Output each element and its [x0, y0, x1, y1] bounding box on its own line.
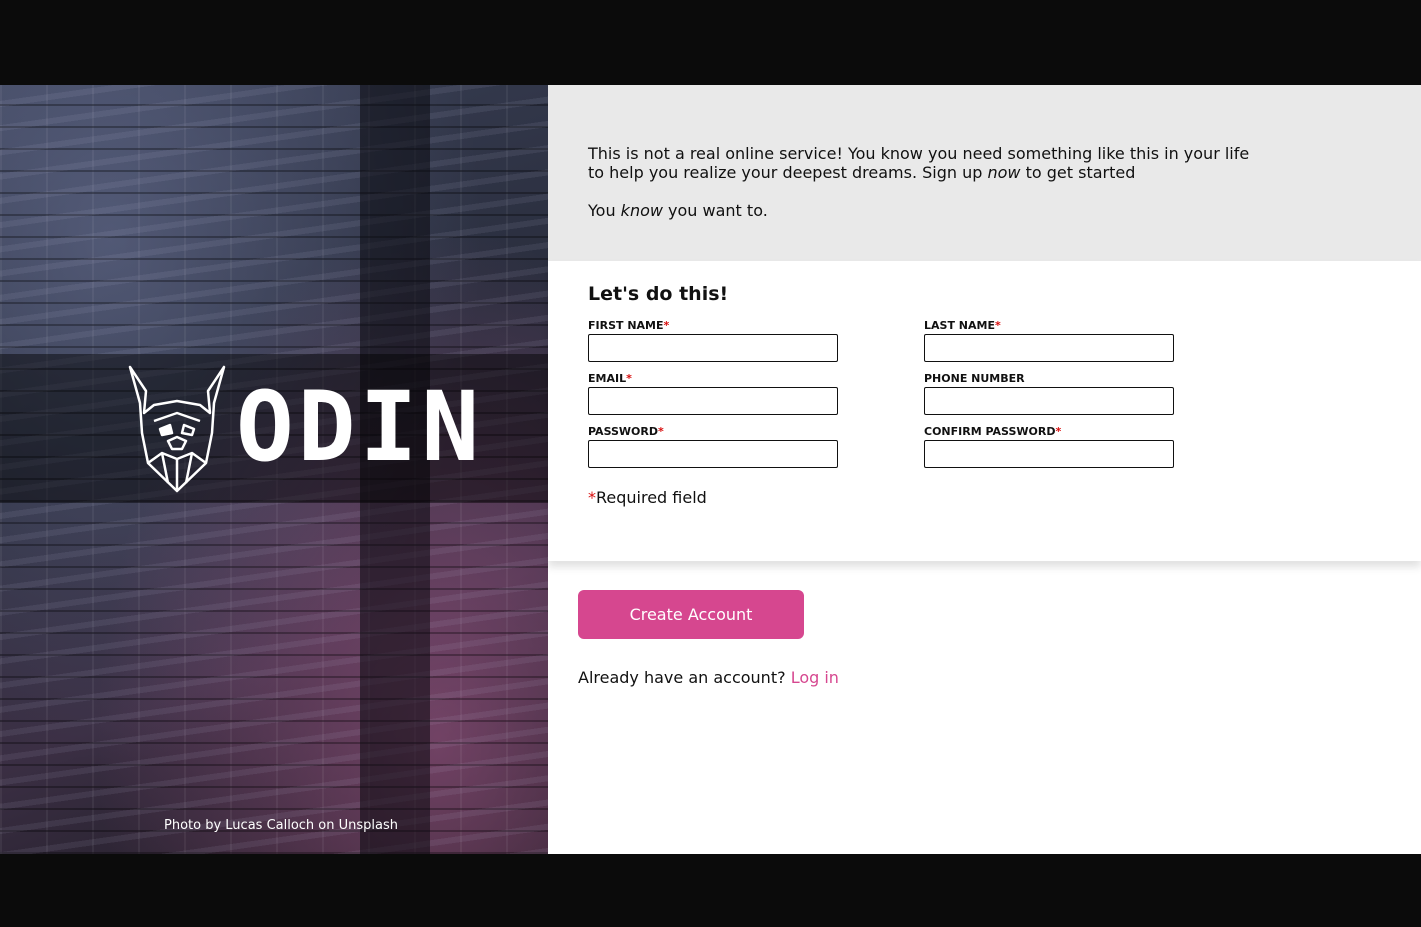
- confirm-password-input[interactable]: [924, 440, 1174, 468]
- email-input[interactable]: [588, 387, 838, 415]
- label-text: LAST NAME: [924, 319, 995, 332]
- form-title: Let's do this!: [588, 283, 729, 305]
- label-text: FIRST NAME: [588, 319, 664, 332]
- form-fields-grid: FIRST NAME* LAST NAME* EMAIL* PHONE NUMB…: [588, 319, 1381, 468]
- login-link[interactable]: Log in: [791, 668, 839, 687]
- password-input[interactable]: [588, 440, 838, 468]
- signup-form: Let's do this! FIRST NAME* LAST NAME* EM…: [548, 261, 1421, 561]
- odin-viking-head-icon: [128, 365, 226, 493]
- password-field-group: PASSWORD*: [588, 425, 838, 468]
- last-name-field-group: LAST NAME*: [924, 319, 1174, 362]
- intro-emphasis: know: [620, 201, 663, 220]
- confirm-password-field-group: CONFIRM PASSWORD*: [924, 425, 1174, 468]
- intro-paragraph-2: You know you want to.: [588, 201, 1268, 220]
- phone-input[interactable]: [924, 387, 1174, 415]
- last-name-input[interactable]: [924, 334, 1174, 362]
- photo-credit: Photo by Lucas Calloch on Unsplash: [164, 818, 398, 833]
- first-name-label: FIRST NAME*: [588, 319, 838, 332]
- first-name-field-group: FIRST NAME*: [588, 319, 838, 362]
- required-asterisk: *: [588, 488, 596, 507]
- signup-content: This is not a real online service! You k…: [548, 85, 1421, 854]
- required-asterisk: *: [663, 319, 670, 332]
- required-asterisk: *: [658, 425, 664, 438]
- required-asterisk: *: [626, 372, 632, 385]
- label-text: PHONE NUMBER: [924, 372, 1025, 385]
- required-asterisk: *: [994, 319, 1001, 332]
- intro-text: You: [588, 201, 621, 220]
- first-name-input[interactable]: [588, 334, 838, 362]
- intro-text: to get started: [1020, 163, 1136, 182]
- required-field-note: *Required field: [588, 488, 1381, 507]
- top-letterbox: [0, 0, 1421, 85]
- bottom-letterbox: [0, 854, 1421, 927]
- intro-section: This is not a real online service! You k…: [548, 85, 1421, 261]
- required-note-text: Required field: [596, 488, 707, 507]
- last-name-label: LAST NAME*: [924, 319, 1174, 332]
- phone-field-group: PHONE NUMBER: [924, 372, 1174, 415]
- odin-logo-text: ODIN: [236, 371, 484, 483]
- intro-emphasis: now: [987, 163, 1021, 182]
- password-label: PASSWORD*: [588, 425, 838, 438]
- login-prompt: Already have an account? Log in: [578, 668, 839, 687]
- required-asterisk: *: [1055, 425, 1062, 438]
- intro-text: This is not a real online service! You k…: [588, 144, 1250, 182]
- label-text: PASSWORD: [588, 425, 659, 438]
- hero-image-panel: ODIN Photo by Lucas Calloch on Unsplash: [0, 85, 548, 854]
- create-account-button[interactable]: Create Account: [578, 590, 804, 639]
- email-field-group: EMAIL*: [588, 372, 838, 415]
- login-prompt-text: Already have an account?: [578, 668, 786, 687]
- intro-paragraph-1: This is not a real online service! You k…: [588, 144, 1268, 182]
- phone-label: PHONE NUMBER: [924, 372, 1174, 385]
- intro-text: you want to.: [662, 201, 768, 220]
- label-text: CONFIRM PASSWORD: [924, 425, 1056, 438]
- signup-page: ODIN Photo by Lucas Calloch on Unsplash …: [0, 85, 1421, 854]
- confirm-password-label: CONFIRM PASSWORD*: [924, 425, 1174, 438]
- label-text: EMAIL: [588, 372, 627, 385]
- email-label: EMAIL*: [588, 372, 838, 385]
